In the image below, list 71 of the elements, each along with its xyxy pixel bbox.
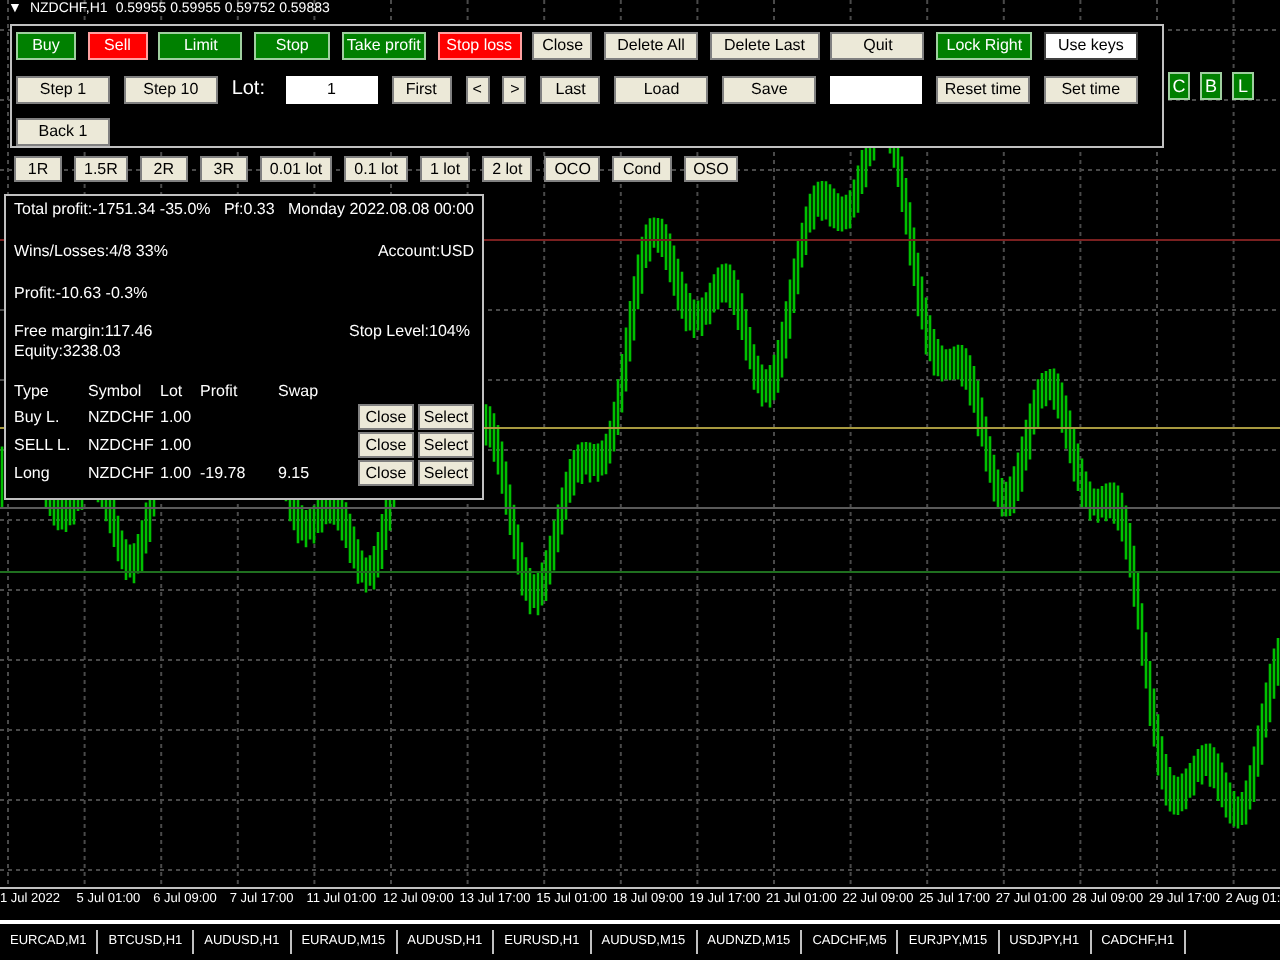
table-cell-text: -19.78 [200,463,248,483]
panel-button[interactable]: Stop [254,32,331,60]
toggle-button[interactable]: C [1168,72,1190,100]
panel-button[interactable]: Sell [87,32,148,60]
panel-button[interactable]: Reset time [935,75,1030,103]
lot-button[interactable]: OSO [683,156,739,182]
lot-button[interactable]: 2R [139,156,188,182]
lot-button[interactable]: Cond [612,156,672,182]
column-header: Profit [200,382,240,402]
panel-button[interactable]: Load [614,75,709,103]
panel-button[interactable]: Take profit [341,32,426,60]
table-cell-text: 1.00 [160,407,194,427]
panel-button[interactable]: Save [722,75,817,103]
panel-button[interactable]: Back 1 [16,118,110,146]
table-cell-text: Long [14,463,52,483]
wins-losses: Wins/Losses:4/8 33% [14,242,168,262]
table-cell-text: NZDCHF [88,463,156,483]
lot-button[interactable]: 3R [199,156,248,182]
lot-button[interactable]: 1R [14,156,62,182]
panel-button[interactable]: Delete All [604,32,699,60]
table-cell-text: 1.00 [160,435,194,455]
lot-button[interactable]: 1 lot [419,156,471,182]
panel-button[interactable]: Set time [1043,75,1138,103]
panel-button[interactable]: Last [540,75,601,103]
close-button[interactable]: Close [358,404,414,430]
lot-label: Lot: [231,76,267,104]
lot-button[interactable]: 1.5R [74,156,128,182]
panel-button[interactable]: > [502,75,527,103]
column-header: Symbol [88,382,144,402]
table-cell-text: NZDCHF [88,407,156,427]
lot-button[interactable]: 0.1 lot [344,156,408,182]
panel-button[interactable]: < [465,75,490,103]
panel-button[interactable]: Step 1 [16,75,110,103]
select-button[interactable]: Select [418,432,474,458]
table-cell-text: 9.15 [278,463,312,483]
table-cell-text: 1.00 [160,463,194,483]
toggle-button[interactable]: B [1200,72,1222,100]
table-cell-text: Buy L. [14,407,62,427]
total-profit: Total profit:-1751.34 -35.0% [14,200,211,220]
panel-button[interactable]: Stop loss [437,32,522,60]
panel-button[interactable]: Lock Right [936,32,1033,60]
profit-label: Profit:-10.63 -0.3% [14,284,150,304]
table-cell-text: SELL L. [14,435,73,455]
stop-level: Stop Level:104% [349,322,470,342]
input-field[interactable] [830,75,923,103]
panel-button[interactable]: Close [532,32,593,60]
input-field[interactable]: 1 [285,75,378,103]
lot-button[interactable]: OCO [544,156,601,182]
column-header: Lot [160,382,185,402]
panel-button[interactable]: First [391,75,452,103]
account-currency: Account:USD [377,242,474,262]
select-button[interactable]: Select [418,404,474,430]
close-button[interactable]: Close [358,460,414,486]
panel-button[interactable]: Use keys [1043,32,1138,60]
toggle-button[interactable]: L [1232,72,1254,100]
panel-button[interactable]: Limit [158,32,243,60]
equity-label: Equity:3238.03 [14,342,123,362]
select-button[interactable]: Select [418,460,474,486]
column-header: Type [14,382,51,402]
column-header: Swap [278,382,321,402]
panel-button[interactable]: Buy [16,32,76,60]
lot-button[interactable]: 0.01 lot [259,156,333,182]
lot-button[interactable]: 2 lot [482,156,533,182]
panel-button[interactable]: Quit [830,32,925,60]
profit-factor: Pf:0.33 [223,200,275,220]
close-button[interactable]: Close [358,432,414,458]
panel-button[interactable]: Step 10 [123,75,218,103]
table-cell-text: NZDCHF [88,435,156,455]
panel-button[interactable]: Delete Last [709,32,820,60]
free-margin: Free margin:117.46 [14,322,153,342]
date-label: Monday 2022.08.08 00:00 [288,200,474,220]
